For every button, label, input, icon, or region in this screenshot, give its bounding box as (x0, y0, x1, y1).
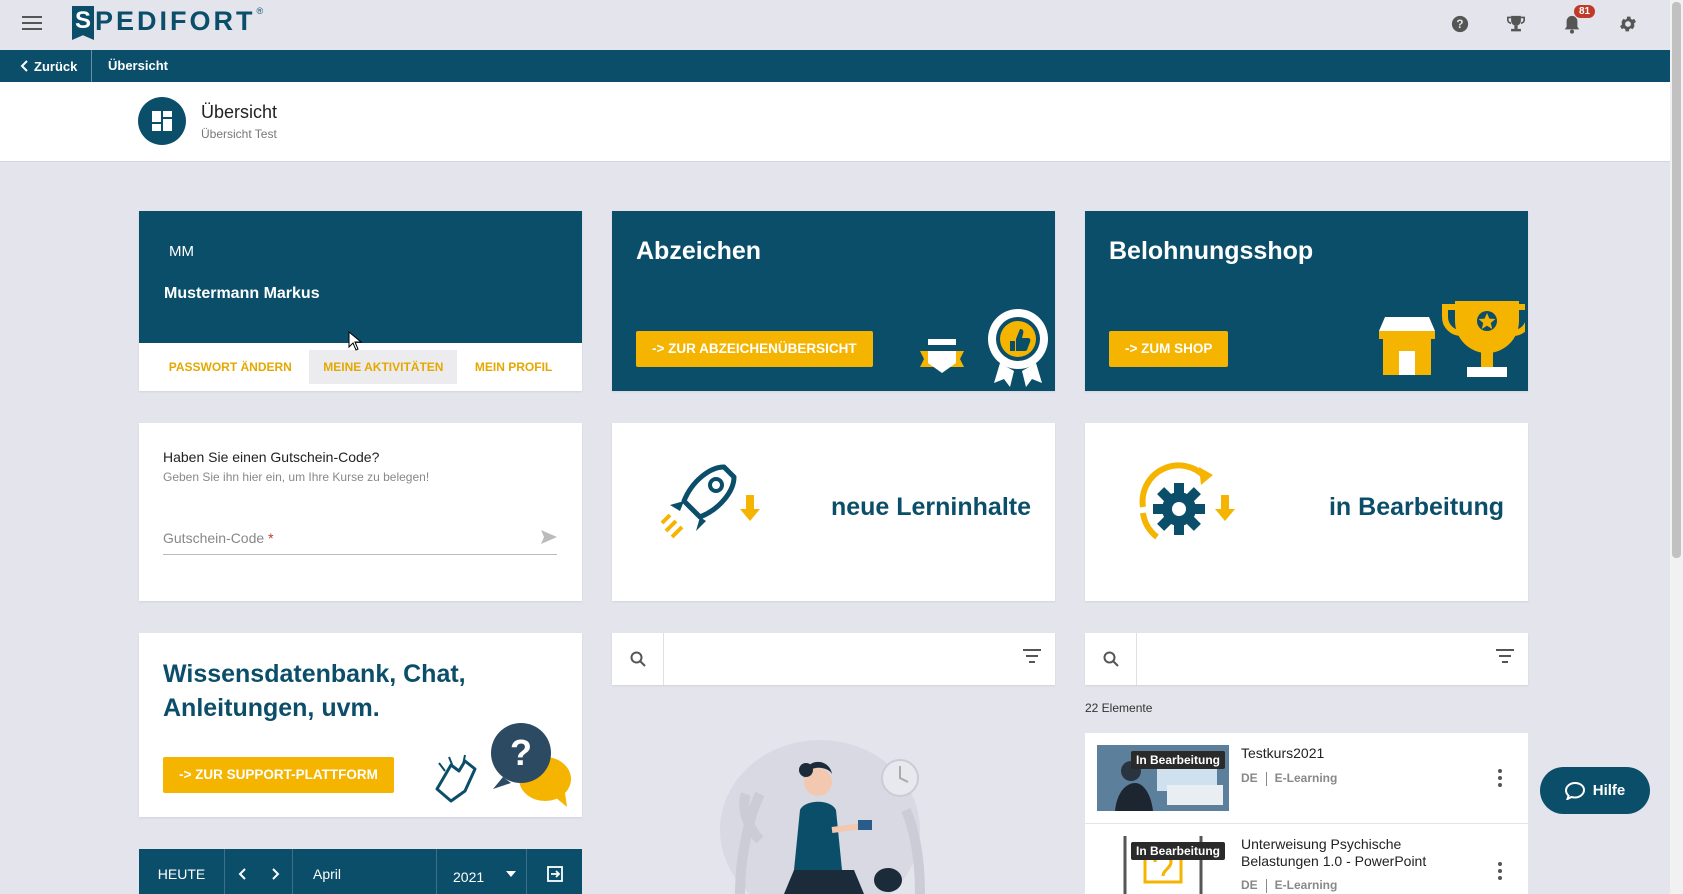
course-title[interactable]: Testkurs2021 (1241, 745, 1451, 762)
course-type: E-Learning (1274, 878, 1338, 892)
course-type: E-Learning (1274, 771, 1338, 785)
shop-button[interactable]: -> ZUM SHOP (1109, 331, 1229, 367)
profile-banner: MM Mustermann Markus (139, 211, 582, 343)
status-badge: In Bearbeitung (1130, 842, 1225, 860)
menu-icon[interactable] (22, 16, 42, 32)
store-trophy-icon (1379, 301, 1525, 377)
new-content-tile[interactable]: neue Lerninhalte (612, 423, 1055, 601)
previous-month-icon[interactable] (225, 849, 259, 894)
chevron-down-icon (506, 871, 517, 877)
sort-icon[interactable] (1496, 649, 1514, 663)
calendar-toolbar: HEUTE April 2021 (139, 849, 582, 894)
award-icon (920, 309, 1048, 387)
back-label: Zurück (34, 58, 78, 74)
send-icon[interactable] (540, 529, 558, 545)
shop-card: Belohnungsshop -> ZUM SHOP (1085, 211, 1528, 391)
in-progress-label: in Bearbeitung (1328, 493, 1504, 521)
progress-search-bar (1085, 633, 1528, 685)
status-badge: In Bearbeitung (1130, 751, 1225, 769)
profile-name: Mustermann Markus (164, 285, 320, 302)
dashboard-icon (138, 97, 186, 145)
voucher-code-input[interactable] (163, 521, 557, 555)
svg-text:?: ? (1456, 18, 1463, 31)
voucher-subtitle: Geben Sie ihn hier ein, um Ihre Kurse zu… (163, 470, 430, 484)
scrollbar-thumb[interactable] (1672, 2, 1681, 558)
badges-title: Abzeichen (636, 237, 762, 265)
mouse-cursor-icon (348, 331, 362, 351)
nav-bar: Zurück Übersicht (0, 50, 1670, 82)
nav-divider (91, 50, 92, 82)
logo-text: PEDIFORT (95, 6, 256, 36)
empty-state-illustration (720, 740, 925, 894)
more-options-icon[interactable] (1498, 862, 1504, 880)
help-chat-button[interactable]: Hilfe (1540, 767, 1650, 814)
course-language: DE (1241, 771, 1258, 785)
page-subtitle: Übersicht Test (201, 127, 277, 141)
new-content-label: neue Lerninhalte (830, 493, 1031, 521)
settings-icon[interactable] (1600, 11, 1656, 37)
badges-card: Abzeichen -> ZUR ABZEICHENÜBERSICHT (612, 211, 1055, 391)
page-header: Übersicht Übersicht Test (0, 82, 1670, 162)
page-title: Übersicht (201, 102, 278, 122)
today-button[interactable]: HEUTE (139, 849, 225, 894)
notification-badge: 81 (1574, 5, 1596, 18)
more-options-icon[interactable] (1498, 769, 1504, 787)
content-search-input[interactable] (665, 633, 985, 685)
course-meta: DE E-Learning (1241, 878, 1337, 893)
trophy-icon[interactable] (1488, 11, 1544, 37)
chat-icon (1564, 781, 1585, 800)
progress-search-input[interactable] (1138, 633, 1458, 685)
year-select[interactable]: 2021 (437, 849, 527, 894)
search-icon[interactable] (612, 633, 664, 685)
export-calendar-icon[interactable] (527, 849, 582, 894)
page-scrollbar[interactable] (1670, 0, 1683, 894)
shop-title: Belohnungsshop (1109, 237, 1314, 265)
logo[interactable]: S PEDIFORT ® (72, 6, 263, 40)
breadcrumb[interactable]: Übersicht (108, 50, 168, 82)
my-activities-button[interactable]: MEINE AKTIVITÄTEN (309, 350, 458, 384)
course-meta: DE E-Learning (1241, 771, 1337, 786)
content-search-bar (612, 633, 1055, 685)
badges-overview-button[interactable]: -> ZUR ABZEICHENÜBERSICHT (636, 331, 873, 367)
month-select[interactable]: April (293, 849, 437, 894)
help-icon[interactable]: ? (1432, 11, 1488, 37)
list-count: 22 Elemente (1085, 701, 1153, 715)
avatar: MM (169, 243, 194, 260)
course-thumbnail: In Bearbeitung (1097, 836, 1229, 894)
search-icon[interactable] (1085, 633, 1137, 685)
sort-icon[interactable] (1023, 649, 1041, 663)
logo-mark: S (72, 6, 94, 40)
my-profile-button[interactable]: MEIN PROFIL (461, 350, 566, 384)
support-platform-button[interactable]: -> ZUR SUPPORT-PLATTFORM (163, 757, 394, 793)
course-title[interactable]: Unterweisung Psychische Belastungen 1.0 … (1241, 836, 1451, 870)
support-title: Wissensdatenbank, Chat, Anleitungen, uvm… (163, 660, 466, 722)
voucher-title: Haben Sie einen Gutschein-Code? (163, 449, 380, 465)
profile-card: MM Mustermann Markus PASSWORT ÄNDERN MEI… (139, 211, 582, 391)
course-thumbnail: In Bearbeitung (1097, 745, 1229, 811)
next-month-icon[interactable] (259, 849, 293, 894)
rocket-icon (660, 464, 760, 539)
voucher-card: Haben Sie einen Gutschein-Code? Geben Si… (139, 423, 582, 601)
svg-text:?: ? (510, 732, 532, 773)
back-button[interactable]: Zurück (20, 50, 77, 82)
in-progress-tile[interactable]: in Bearbeitung (1085, 423, 1528, 601)
chevron-left-icon (20, 60, 28, 72)
logo-registered: ® (256, 6, 264, 16)
list-item[interactable]: In Bearbeitung Testkurs2021 DE E-Learning (1085, 733, 1528, 824)
support-chat-icon: ? (435, 723, 571, 807)
support-card: Wissensdatenbank, Chat, Anleitungen, uvm… (139, 633, 582, 817)
course-language: DE (1241, 878, 1258, 892)
change-password-button[interactable]: PASSWORT ÄNDERN (155, 350, 306, 384)
notifications-icon[interactable]: 81 (1544, 5, 1600, 37)
top-icons: ? 81 (1432, 5, 1656, 37)
gear-progress-icon (1139, 462, 1235, 540)
list-item[interactable]: In Bearbeitung Unterweisung Psychische B… (1085, 824, 1528, 894)
top-bar: S PEDIFORT ® ? 81 (0, 0, 1670, 50)
